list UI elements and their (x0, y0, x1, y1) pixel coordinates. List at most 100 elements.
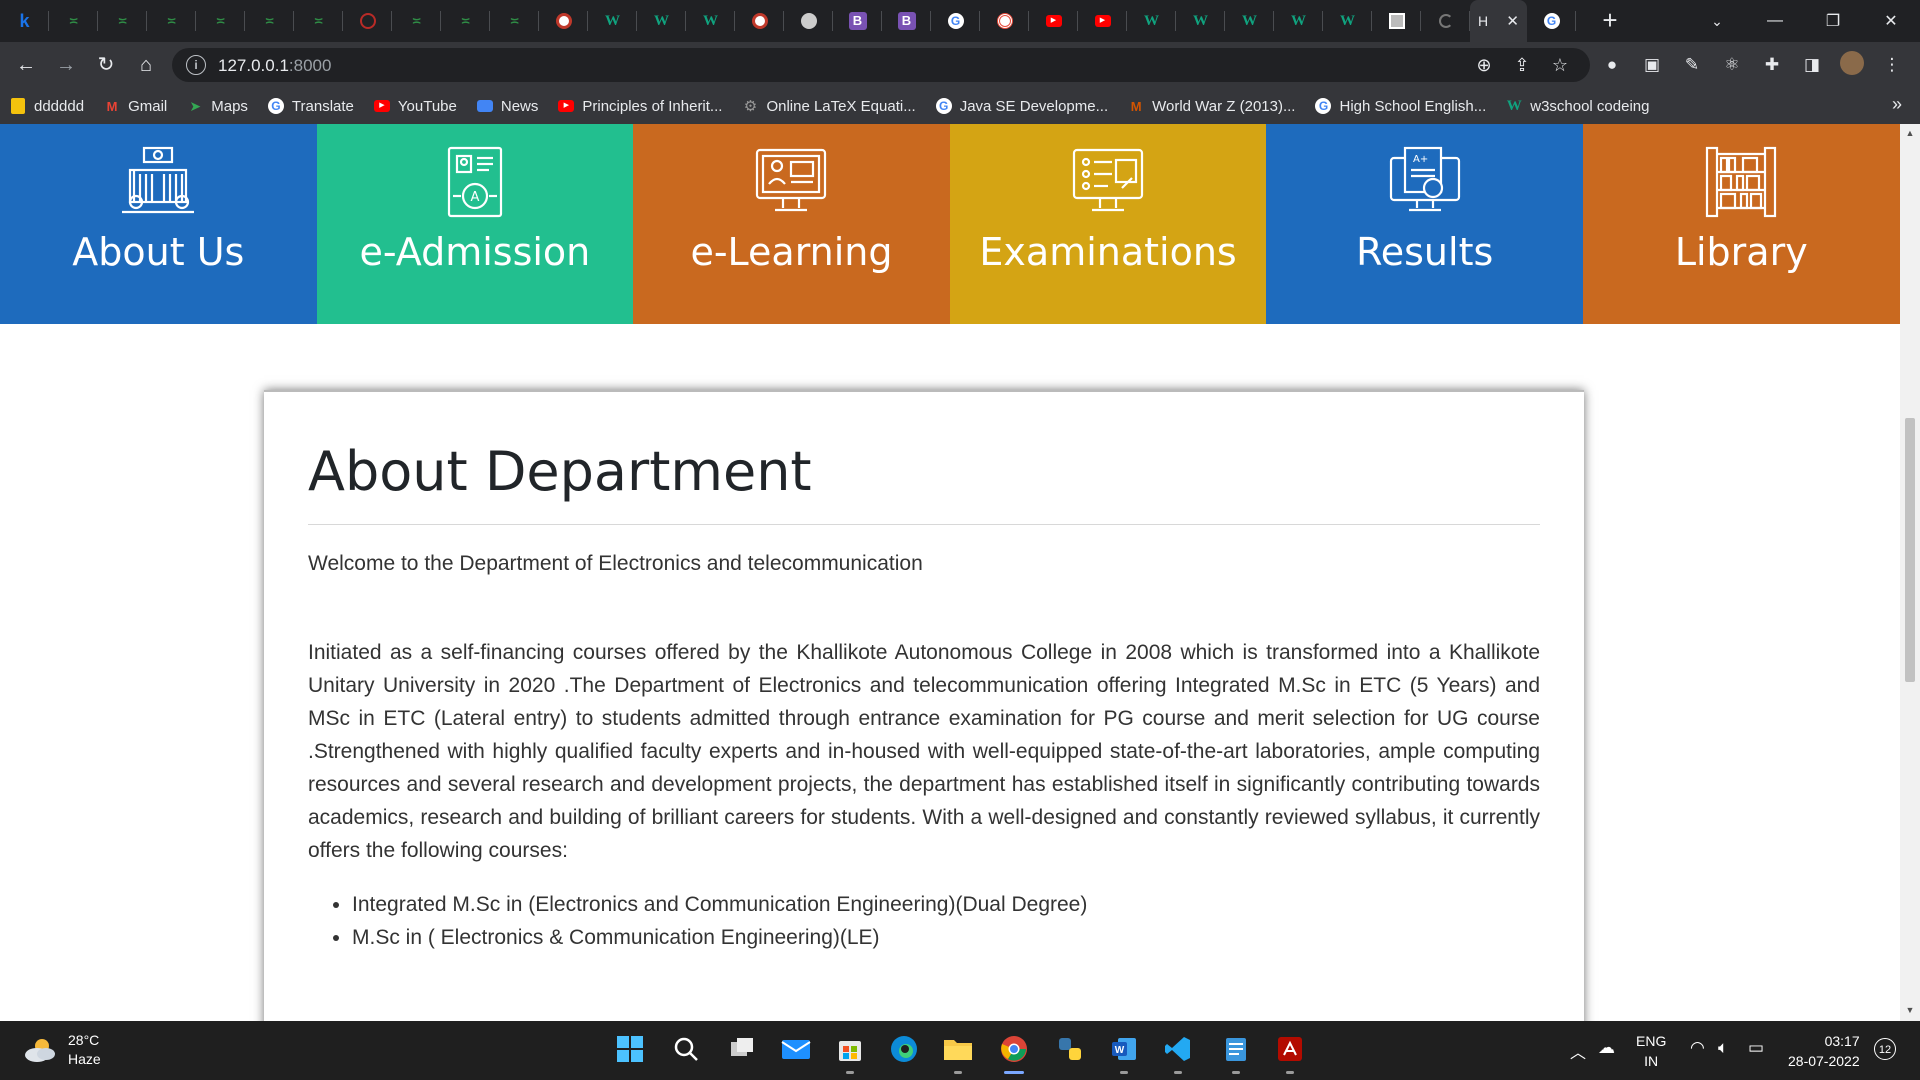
nav-tile-examinations[interactable]: Examinations (949, 124, 1267, 324)
browser-tab[interactable]: ≍ (392, 0, 441, 42)
profile-avatar[interactable] (1838, 51, 1866, 79)
onedrive-icon[interactable]: ☁ (1598, 1038, 1615, 1058)
file-explorer-app[interactable] (940, 1031, 976, 1074)
browser-tab[interactable]: ≍ (49, 0, 98, 42)
weather-widget[interactable]: 28°C Haze (22, 1031, 101, 1069)
share-icon[interactable]: ⇪ (1510, 53, 1534, 77)
back-button[interactable]: ← (12, 51, 40, 79)
browser-tab[interactable] (735, 0, 784, 42)
browser-tab[interactable] (784, 0, 833, 42)
bookmark-item[interactable]: Ww3school codeing (1496, 92, 1659, 120)
forward-button[interactable]: → (52, 51, 80, 79)
chrome-menu-icon[interactable]: ⋮ (1878, 51, 1906, 79)
scroll-down-arrow-icon[interactable]: ▼ (1904, 1005, 1916, 1017)
notification-badge[interactable]: 12 (1874, 1038, 1896, 1060)
tab-search-chevron-icon[interactable]: ⌄ (1704, 8, 1730, 34)
extensions-puzzle-icon[interactable]: ✚ (1758, 51, 1786, 79)
page-scrollbar[interactable]: ▲ ▼ (1900, 124, 1920, 1021)
browser-tab[interactable]: W (1127, 0, 1176, 42)
volume-icon[interactable]: 🔈︎ (1718, 1038, 1728, 1058)
acrobat-app[interactable] (1272, 1031, 1308, 1074)
browser-tab[interactable]: ▶ (1029, 0, 1078, 42)
extension-react-icon[interactable]: ⚛ (1718, 51, 1746, 79)
edge-app[interactable] (886, 1031, 922, 1067)
bookmarks-overflow-icon[interactable]: » (1892, 94, 1902, 115)
bookmark-item[interactable]: ▶ Principles of Inherit... (548, 92, 732, 120)
nav-tile-results[interactable]: A+ Results (1266, 124, 1583, 324)
extension-3-icon[interactable]: ✎ (1678, 51, 1706, 79)
hidden-icons-chevron-icon[interactable]: ︿ (1570, 1039, 1586, 1063)
clock[interactable]: 03:17 28-07-2022 (1788, 1031, 1860, 1071)
nav-tile-about-us[interactable]: About Us (0, 124, 317, 324)
extension-2-icon[interactable]: ▣ (1638, 51, 1666, 79)
address-bar[interactable]: i 127.0.0.1:8000 ⊕ ⇪ ☆ (172, 48, 1590, 82)
browser-tab[interactable]: ≍ (147, 0, 196, 42)
python-app[interactable] (1052, 1031, 1088, 1067)
bookmark-item[interactable]: G High School English... (1305, 92, 1496, 120)
bookmark-item[interactable]: ➤ Maps (177, 92, 258, 120)
browser-tab[interactable]: W (637, 0, 686, 42)
home-button[interactable]: ⌂ (132, 51, 160, 79)
vscode-app[interactable] (1160, 1031, 1196, 1074)
store-app[interactable] (832, 1031, 868, 1074)
task-view-button[interactable] (724, 1031, 760, 1067)
scroll-up-arrow-icon[interactable]: ▲ (1904, 128, 1916, 140)
browser-tab[interactable]: W (1176, 0, 1225, 42)
new-tab-button[interactable]: + (1596, 7, 1624, 35)
bookmark-item[interactable]: News (467, 92, 549, 120)
search-button[interactable] (668, 1031, 704, 1067)
bookmark-item[interactable]: G Java SE Developme... (926, 92, 1118, 120)
language-indicator[interactable]: ENG IN (1636, 1031, 1666, 1071)
battery-icon[interactable]: ▭ (1748, 1038, 1764, 1058)
site-info-icon[interactable]: i (186, 55, 206, 75)
mail-app[interactable] (778, 1031, 814, 1067)
side-panel-icon[interactable]: ◨ (1798, 51, 1826, 79)
active-browser-tab[interactable]: H ✕ (1470, 0, 1527, 42)
reload-button[interactable]: ↻ (92, 51, 120, 79)
browser-tab[interactable] (1421, 0, 1470, 42)
browser-tab[interactable]: ≍ (98, 0, 147, 42)
zoom-icon[interactable]: ⊕ (1472, 53, 1496, 77)
url-text[interactable]: 127.0.0.1:8000 (218, 56, 331, 76)
nav-tile-e-learning[interactable]: e-Learning (633, 124, 950, 324)
browser-tab[interactable]: W (588, 0, 637, 42)
browser-tab[interactable] (539, 0, 588, 42)
notepad-app[interactable] (1218, 1031, 1254, 1074)
tab-close-icon[interactable]: ✕ (1506, 12, 1519, 30)
browser-tab[interactable]: ≍ (196, 0, 245, 42)
browser-tab[interactable]: ≍ (490, 0, 539, 42)
browser-tab[interactable]: B (833, 0, 882, 42)
bookmark-item[interactable]: G Translate (258, 92, 364, 120)
browser-tab[interactable]: k (0, 0, 49, 42)
close-window-button[interactable]: ✕ (1862, 0, 1920, 42)
browser-tab[interactable] (343, 0, 392, 42)
browser-tab[interactable] (1372, 0, 1421, 42)
scroll-thumb[interactable] (1905, 418, 1915, 682)
browser-tab[interactable] (980, 0, 1029, 42)
browser-tab[interactable]: G (1527, 0, 1576, 42)
chrome-app[interactable] (996, 1031, 1032, 1074)
word-app[interactable]: W (1106, 1031, 1142, 1074)
browser-tab[interactable]: B (882, 0, 931, 42)
start-button[interactable] (612, 1031, 648, 1067)
bookmark-item[interactable]: M World War Z (2013)... (1118, 92, 1305, 120)
bookmark-item[interactable]: dddddd (0, 92, 94, 120)
restore-button[interactable]: ❐ (1804, 0, 1862, 42)
browser-tab[interactable]: W (686, 0, 735, 42)
browser-tab[interactable]: W (1274, 0, 1323, 42)
browser-tab[interactable]: ≍ (245, 0, 294, 42)
browser-tab[interactable]: ≍ (441, 0, 490, 42)
wifi-icon[interactable]: ◠ (1690, 1038, 1705, 1058)
minimize-button[interactable]: — (1746, 0, 1804, 42)
nav-tile-e-admission[interactable]: Ae-Admission (316, 124, 634, 324)
nav-tile-library[interactable]: Library (1582, 124, 1900, 324)
browser-tab[interactable]: W (1323, 0, 1372, 42)
browser-tab[interactable]: W (1225, 0, 1274, 42)
bookmark-item[interactable]: ⚙ Online LaTeX Equati... (732, 92, 925, 120)
browser-tab[interactable]: ▶ (1078, 0, 1127, 42)
browser-tab[interactable]: G (931, 0, 980, 42)
bookmark-star-icon[interactable]: ☆ (1548, 53, 1572, 77)
bookmark-item[interactable]: ▶ YouTube (364, 92, 467, 120)
browser-tab[interactable]: ≍ (294, 0, 343, 42)
extension-1-icon[interactable]: ● (1598, 51, 1626, 79)
